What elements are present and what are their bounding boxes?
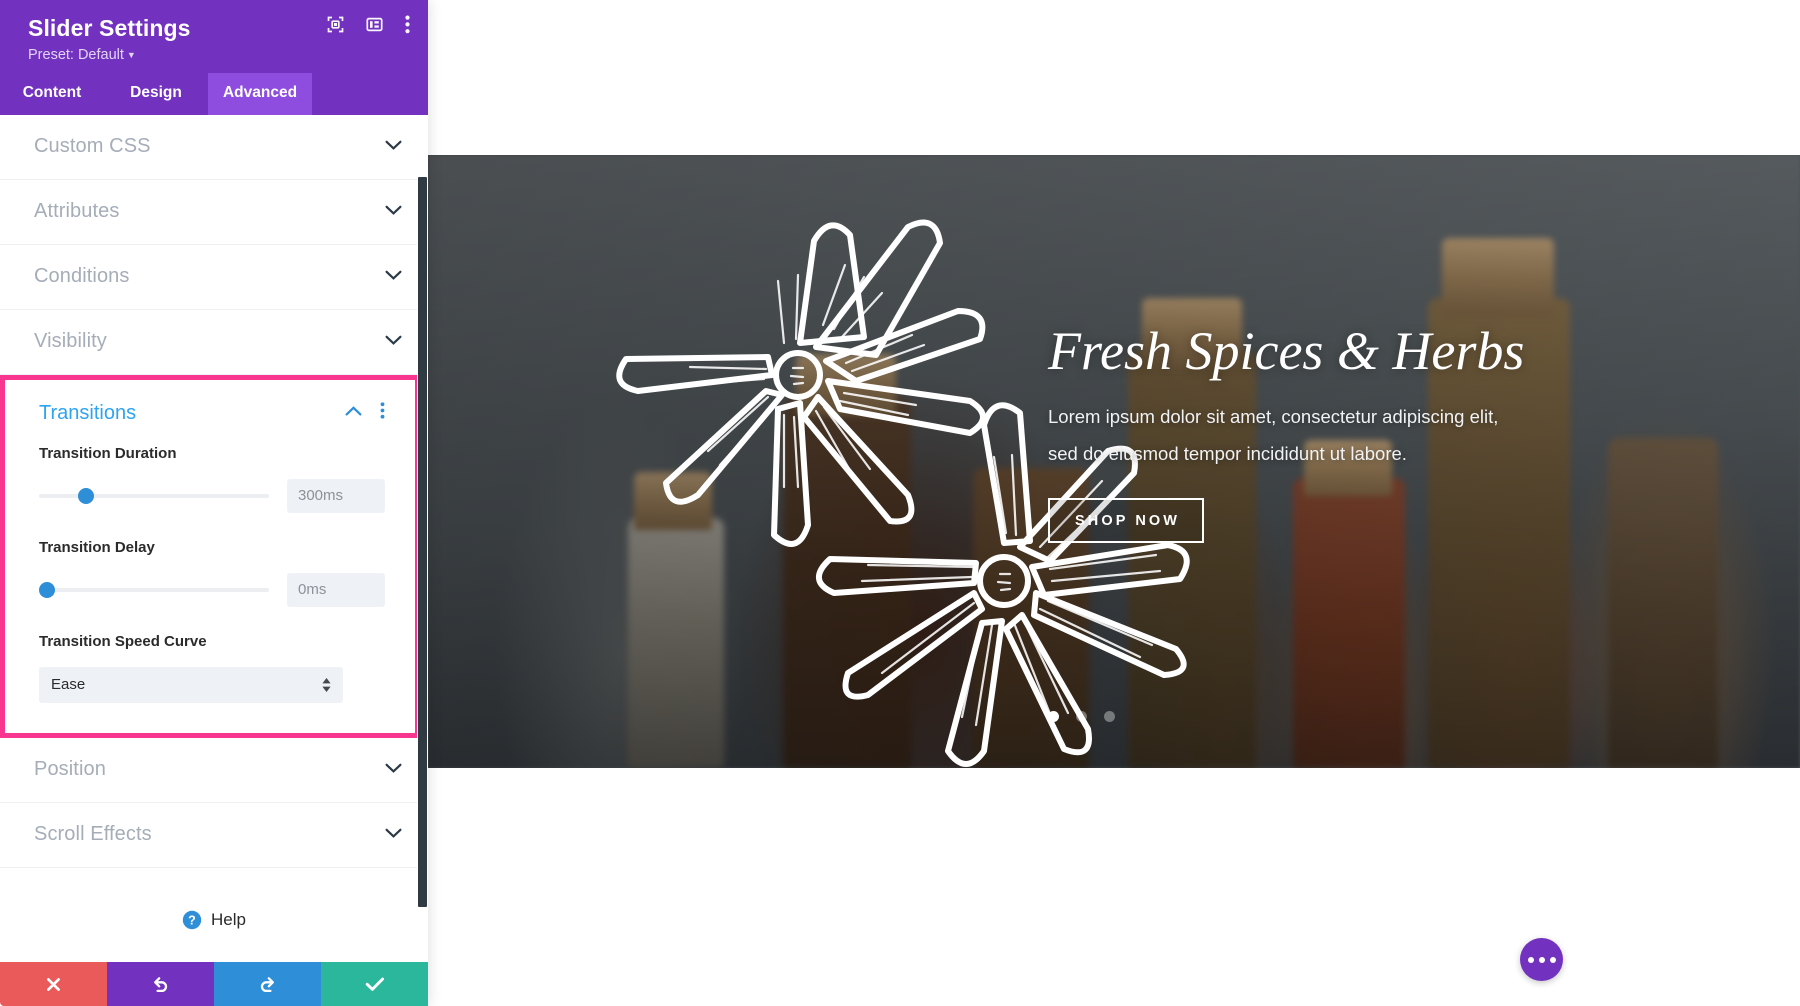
save-button[interactable] xyxy=(321,962,428,1006)
section-scroll-effects[interactable]: Scroll Effects xyxy=(0,802,428,868)
section-label: Visibility xyxy=(34,330,107,353)
transition-duration-row: 300ms xyxy=(39,478,385,513)
section-conditions[interactable]: Conditions xyxy=(0,244,428,310)
section-label: Custom CSS xyxy=(34,135,151,158)
section-custom-css[interactable]: Custom CSS xyxy=(0,114,428,180)
help-icon: ? xyxy=(182,910,202,929)
redo-icon xyxy=(260,976,274,992)
section-visibility[interactable]: Visibility xyxy=(0,309,428,375)
pagination-dot[interactable] xyxy=(1104,711,1115,722)
transitions-more-options-icon[interactable] xyxy=(380,402,385,424)
select-value: Ease xyxy=(51,676,86,694)
chevron-down-icon xyxy=(385,333,402,351)
transition-delay-input[interactable]: 0ms xyxy=(287,572,385,607)
preset-label: Preset: Default xyxy=(28,46,124,63)
transition-delay-label: Transition Delay xyxy=(39,538,155,556)
slide-subtitle-line2: sed do eiusmod tempor incididunt ut labo… xyxy=(1048,442,1407,464)
slider-track xyxy=(39,493,269,498)
help-button[interactable]: ? Help xyxy=(182,910,246,930)
chevron-down-icon xyxy=(385,826,402,844)
transition-delay-slider[interactable] xyxy=(39,581,269,598)
redo-button[interactable] xyxy=(214,962,321,1006)
chevron-down-icon xyxy=(385,138,402,156)
slider-track xyxy=(39,587,269,592)
sidebar-header-icons xyxy=(327,15,410,39)
close-button[interactable] xyxy=(0,962,107,1006)
settings-scroll-area: Custom CSS Attributes Conditions Visibil… xyxy=(0,114,428,962)
sidebar-header: Slider Settings Preset: Default ▼ xyxy=(0,0,428,73)
slide-title: Fresh Spices & Herbs xyxy=(1048,321,1525,381)
shop-now-button[interactable]: SHOP NOW xyxy=(1048,497,1205,543)
settings-sidebar: Slider Settings Preset: Default ▼ Conten… xyxy=(0,0,428,1006)
more-options-icon[interactable] xyxy=(405,15,410,39)
transitions-highlight-box: Transitions Transition Duration 300ms Tr… xyxy=(0,374,420,738)
slider-pagination xyxy=(1048,711,1115,722)
tab-advanced[interactable]: Advanced xyxy=(208,72,312,115)
sidebar-scrollbar[interactable] xyxy=(417,114,428,962)
chevron-up-icon[interactable] xyxy=(345,404,362,422)
fab-dot xyxy=(1549,956,1556,963)
select-stepper-icon xyxy=(322,677,331,692)
close-icon xyxy=(47,977,60,991)
transition-speed-curve-select[interactable]: Ease xyxy=(39,666,343,703)
preset-selector[interactable]: Preset: Default ▼ xyxy=(28,47,406,63)
fab-dot xyxy=(1538,956,1545,963)
slide-subtitle: Lorem ipsum dolor sit amet, consectetur … xyxy=(1048,398,1648,472)
section-label: Conditions xyxy=(34,265,130,288)
transition-delay-row: 0ms xyxy=(39,572,385,607)
slider-module[interactable]: Fresh Spices & Herbs Lorem ipsum dolor s… xyxy=(428,155,1800,768)
check-icon xyxy=(365,977,384,991)
undo-button[interactable] xyxy=(107,962,214,1006)
transitions-header[interactable]: Transitions xyxy=(39,402,385,425)
pagination-dot[interactable] xyxy=(1076,711,1087,722)
caret-down-icon: ▼ xyxy=(126,49,136,60)
panel-layout-icon[interactable] xyxy=(366,16,383,38)
slider-knob[interactable] xyxy=(39,581,55,598)
help-area: ? Help xyxy=(0,867,428,962)
page-settings-fab[interactable] xyxy=(1520,938,1563,981)
slider-knob[interactable] xyxy=(78,487,95,504)
slide-content: Fresh Spices & Herbs Lorem ipsum dolor s… xyxy=(1048,323,1648,543)
transition-duration-input[interactable]: 300ms xyxy=(287,478,385,513)
undo-icon xyxy=(154,976,168,992)
help-label: Help xyxy=(211,909,246,929)
transitions-title: Transitions xyxy=(39,401,137,424)
section-transitions: Transitions Transition Duration 300ms Tr… xyxy=(5,379,415,733)
sidebar-action-bar xyxy=(0,962,428,1006)
focus-target-icon[interactable] xyxy=(327,16,344,38)
section-label: Position xyxy=(34,758,106,781)
transition-duration-slider[interactable] xyxy=(39,487,269,504)
pagination-dot[interactable] xyxy=(1048,711,1059,722)
transition-speed-curve-label: Transition Speed Curve xyxy=(39,632,207,650)
slide-subtitle-line1: Lorem ipsum dolor sit amet, consectetur … xyxy=(1048,405,1499,427)
tab-content[interactable]: Content xyxy=(0,73,104,115)
settings-tabs: Content Design Advanced xyxy=(0,72,428,115)
transitions-header-icons xyxy=(345,402,385,424)
section-label: Scroll Effects xyxy=(34,823,152,846)
chevron-down-icon xyxy=(385,761,402,779)
section-label: Attributes xyxy=(34,200,120,223)
fab-dot xyxy=(1527,956,1534,963)
section-attributes[interactable]: Attributes xyxy=(0,179,428,245)
page-canvas: Fresh Spices & Herbs Lorem ipsum dolor s… xyxy=(428,0,1800,1006)
tab-design[interactable]: Design xyxy=(104,73,208,115)
chevron-down-icon xyxy=(385,268,402,286)
transition-duration-label: Transition Duration xyxy=(39,444,177,462)
sidebar-scrollbar-thumb[interactable] xyxy=(418,176,427,907)
divi-builder-screen: Slider Settings Preset: Default ▼ Conten… xyxy=(0,0,1800,1006)
chevron-down-icon xyxy=(385,203,402,221)
svg-text:?: ? xyxy=(188,913,196,927)
section-position[interactable]: Position xyxy=(0,737,428,803)
